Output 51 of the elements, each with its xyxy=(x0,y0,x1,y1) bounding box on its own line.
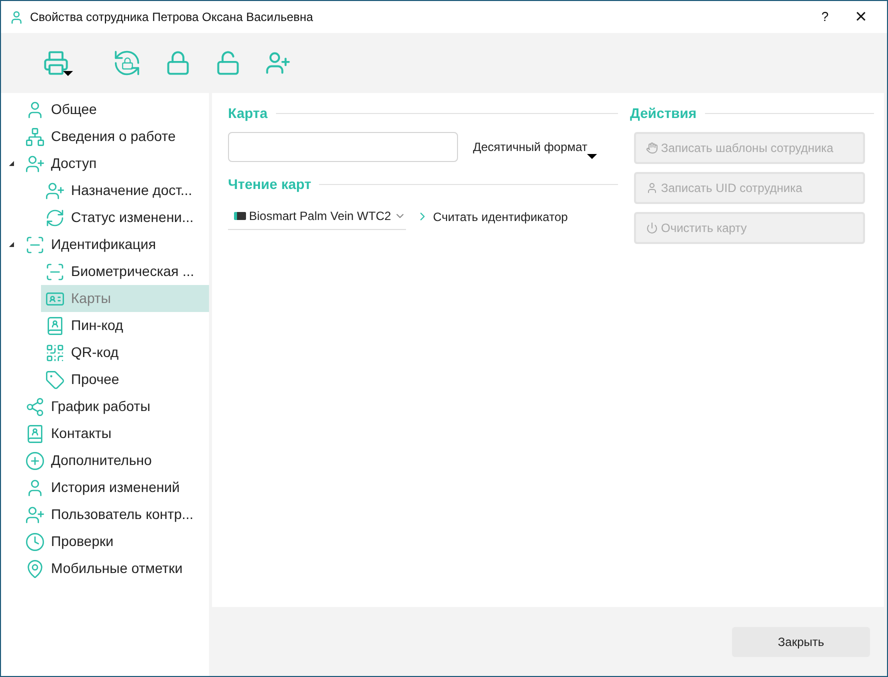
section-title: Чтение карт xyxy=(228,175,312,194)
org-chart-icon xyxy=(25,126,45,146)
refresh-icon xyxy=(45,208,65,228)
tree-item[interactable]: Проверки xyxy=(21,528,209,555)
clock-icon xyxy=(25,532,45,552)
tree-item[interactable]: Идентификация xyxy=(21,231,209,258)
user-plus-icon xyxy=(45,180,65,200)
share-icon xyxy=(25,396,45,416)
tree-item[interactable]: Доступ xyxy=(21,150,209,177)
user-plus-icon xyxy=(25,154,45,174)
tree-item[interactable]: Пин-код xyxy=(41,312,209,339)
tag-icon xyxy=(45,370,65,390)
tree-item[interactable]: Дополнительно xyxy=(21,447,209,474)
close-button[interactable]: × xyxy=(843,7,879,27)
contact-book-icon xyxy=(25,424,45,444)
tree-item[interactable]: Сведения о работе xyxy=(21,123,209,150)
tree-item[interactable]: Контакты xyxy=(21,420,209,447)
tree-item[interactable]: Мобильные отметки xyxy=(21,555,209,582)
contact-book-icon xyxy=(45,316,65,336)
scan-frame-icon xyxy=(45,262,65,282)
user-icon xyxy=(646,182,658,194)
help-button[interactable]: ? xyxy=(807,7,843,27)
print-button[interactable] xyxy=(41,48,71,78)
expanded-triangle-icon[interactable] xyxy=(8,242,14,247)
user-plus-icon xyxy=(25,504,45,524)
tree-item[interactable]: Прочее xyxy=(41,366,209,393)
tree-item[interactable]: График работы xyxy=(21,393,209,420)
window-title: Свойства сотрудника Петрова Оксана Васильевна xyxy=(30,9,314,26)
close-dialog-button[interactable]: Закрыть xyxy=(732,626,870,656)
tree-item[interactable]: Биометрическая ... xyxy=(41,258,209,285)
plus-circle-icon xyxy=(25,450,45,470)
lock-sync-icon xyxy=(112,48,142,78)
read-id-link[interactable]: Считать идентификатор xyxy=(416,208,568,230)
expanded-triangle-icon[interactable] xyxy=(8,161,14,166)
tree-item[interactable]: История изменений xyxy=(21,474,209,501)
power-icon xyxy=(646,222,658,234)
tree-item[interactable]: Назначение дост... xyxy=(41,177,209,204)
card-number-field[interactable] xyxy=(228,132,458,162)
qr-code-icon xyxy=(45,342,65,362)
map-pin-icon xyxy=(25,558,45,578)
format-dropdown[interactable]: Десятичный формат xyxy=(473,138,598,156)
scan-frame-icon xyxy=(25,234,45,254)
tree-item[interactable]: Статус изменени... xyxy=(41,204,209,231)
tree-item[interactable]: QR-код xyxy=(41,339,209,366)
app-icon xyxy=(9,10,24,24)
device-dropdown[interactable]: Biosmart Palm Vein WTC2 xyxy=(228,207,406,230)
tree-item[interactable]: Общее xyxy=(21,96,209,123)
tree-item[interactable]: Пользователь контр... xyxy=(21,501,209,528)
hand-icon xyxy=(646,142,658,154)
section-title: Действия xyxy=(630,104,697,123)
section-title: Карта xyxy=(228,104,268,123)
